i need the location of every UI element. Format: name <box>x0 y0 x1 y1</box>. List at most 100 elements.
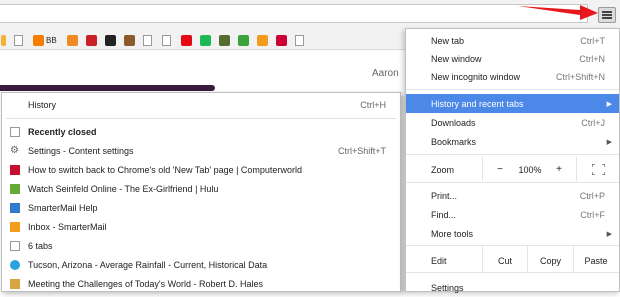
menu-item-shortcut: Ctrl+T <box>580 35 605 46</box>
separator <box>406 154 619 155</box>
address-bar[interactable] <box>0 4 588 23</box>
zoom-in-button[interactable]: + <box>550 159 568 180</box>
page-banner <box>0 85 215 91</box>
menu-item-new-window[interactable]: New window Ctrl+N <box>406 49 619 68</box>
bm-blogger-label: BB <box>46 35 57 45</box>
red-arrow-annotation <box>518 5 598 20</box>
bm-blogger-bookmark[interactable]: BB <box>33 34 57 46</box>
history-item-label: 6 tabs <box>28 240 53 251</box>
menu-item-shortcut: Ctrl+P <box>579 190 605 201</box>
bm-up-bookmark[interactable] <box>238 34 249 46</box>
bm-pinterest-icon <box>86 34 97 46</box>
submenu-arrow-icon: ▶ <box>606 100 612 108</box>
history-shortcut: Ctrl+H <box>360 99 386 110</box>
paste-button[interactable]: Paste <box>574 251 618 270</box>
computerworld-icon <box>10 164 20 175</box>
separator <box>406 245 619 246</box>
menu-item-label: New tab <box>431 35 465 46</box>
menu-item-new-incognito[interactable]: New incognito window Ctrl+Shift+N <box>406 67 619 86</box>
history-item-label: Tucson, Arizona - Average Rainfall - Cur… <box>28 259 268 270</box>
copy-button[interactable]: Copy <box>528 251 573 270</box>
bm-amazon-icon <box>105 34 116 46</box>
menu-item-label: More tools <box>431 228 474 239</box>
bm-brown-icon <box>124 34 135 46</box>
menu-item-shortcut: Ctrl+N <box>579 53 605 64</box>
menu-item-bookmarks[interactable]: Bookmarks ▶ <box>406 132 619 151</box>
bm-folder-icon <box>1 34 6 46</box>
history-menu-item[interactable]: History Ctrl+H <box>2 95 400 114</box>
bm-pinterest-bookmark[interactable] <box>86 34 97 46</box>
menu-item-more-tools[interactable]: More tools ▶ <box>406 224 619 243</box>
menu-item-shortcut: Ctrl+J <box>581 117 605 128</box>
history-item[interactable]: Watch Seinfeld Online - The Ex-Girlfrien… <box>2 179 400 198</box>
history-item[interactable]: Tucson, Arizona - Average Rainfall - Cur… <box>2 255 400 274</box>
bm-arizona-bookmark[interactable] <box>276 34 287 46</box>
bm-bird-bookmark[interactable] <box>219 34 230 46</box>
menu-item-label: Downloads <box>431 117 476 128</box>
bm-blogger-icon <box>33 34 44 46</box>
fullscreen-icon[interactable] <box>587 159 609 180</box>
history-item[interactable]: Inbox - SmarterMail <box>2 217 400 236</box>
history-item-label: Meeting the Challenges of Today's World … <box>28 278 264 289</box>
menu-item-shortcut: Ctrl+Shift+N <box>555 71 605 82</box>
bm-mail-bookmark[interactable] <box>257 34 268 46</box>
chrome-main-menu: New tab Ctrl+T New window Ctrl+N New inc… <box>405 28 620 293</box>
bm-bird-icon <box>219 34 230 46</box>
page-icon <box>10 126 20 137</box>
bm-folder-bookmark[interactable] <box>1 34 6 46</box>
history-item-label: Settings - Content settings <box>28 145 134 156</box>
bm-page4-bookmark[interactable] <box>295 34 304 46</box>
menu-item-downloads[interactable]: Downloads Ctrl+J <box>406 113 619 132</box>
separator <box>406 272 619 273</box>
menu-item-find[interactable]: Find... Ctrl+F <box>406 205 619 224</box>
history-item[interactable]: Meeting the Challenges of Today's World … <box>2 274 400 293</box>
bm-page2-bookmark[interactable] <box>143 34 152 46</box>
bm-orange-circle-icon <box>67 34 78 46</box>
zoom-out-button[interactable]: − <box>491 159 509 180</box>
menu-item-label: Find... <box>431 209 457 220</box>
menu-item-label: Bookmarks <box>431 136 477 147</box>
bm-spotify-bookmark[interactable] <box>200 34 211 46</box>
bm-amazon-bookmark[interactable] <box>105 34 116 46</box>
separator <box>406 89 619 90</box>
history-item[interactable]: How to switch back to Chrome's old 'New … <box>2 160 400 179</box>
recently-closed-header: Recently closed <box>2 122 400 141</box>
submenu-arrow-icon: ▶ <box>606 138 612 146</box>
bm-page-bookmark[interactable] <box>14 34 23 46</box>
blank-icon <box>10 100 20 110</box>
bm-netflix-icon <box>181 34 192 46</box>
bm-arizona-icon <box>276 34 287 46</box>
hulu-icon <box>10 183 20 194</box>
cut-button[interactable]: Cut <box>483 251 527 270</box>
lds-icon <box>10 278 20 289</box>
history-item-shortcut: Ctrl+Shift+T <box>337 145 386 156</box>
history-item-label: SmarterMail Help <box>28 202 98 213</box>
zoom-value: 100% <box>518 164 542 175</box>
mail-icon <box>10 221 20 232</box>
history-item[interactable]: ⚙ Settings - Content settings Ctrl+Shift+T <box>2 141 400 160</box>
history-item[interactable]: 6 tabs <box>2 236 400 255</box>
history-item[interactable]: SmarterMail Help <box>2 198 400 217</box>
menu-item-settings[interactable]: Settings <box>406 278 619 297</box>
bm-page4-icon <box>295 34 304 46</box>
history-label: History <box>28 99 57 110</box>
bm-brown-bookmark[interactable] <box>124 34 135 46</box>
bm-orange-circle-bookmark[interactable] <box>67 34 78 46</box>
menu-item-label: History and recent tabs <box>431 98 524 109</box>
menu-item-label: New incognito window <box>431 71 521 82</box>
bm-mail-icon <box>257 34 268 46</box>
help-icon <box>10 202 20 213</box>
separator <box>6 118 396 119</box>
bm-page3-bookmark[interactable] <box>162 34 171 46</box>
gear-icon: ⚙ <box>10 144 19 156</box>
menu-item-print[interactable]: Print... Ctrl+P <box>406 186 619 205</box>
menu-item-history-recent-tabs[interactable]: History and recent tabs ▶ <box>406 94 619 113</box>
weather-icon <box>10 259 20 270</box>
bm-spotify-icon <box>200 34 211 46</box>
divider <box>576 157 577 181</box>
separator <box>406 182 619 183</box>
history-submenu: History Ctrl+H Recently closed ⚙ Settings… <box>1 92 401 292</box>
hamburger-icon[interactable] <box>598 7 616 23</box>
menu-item-new-tab[interactable]: New tab Ctrl+T <box>406 31 619 50</box>
bm-netflix-bookmark[interactable] <box>181 34 192 46</box>
